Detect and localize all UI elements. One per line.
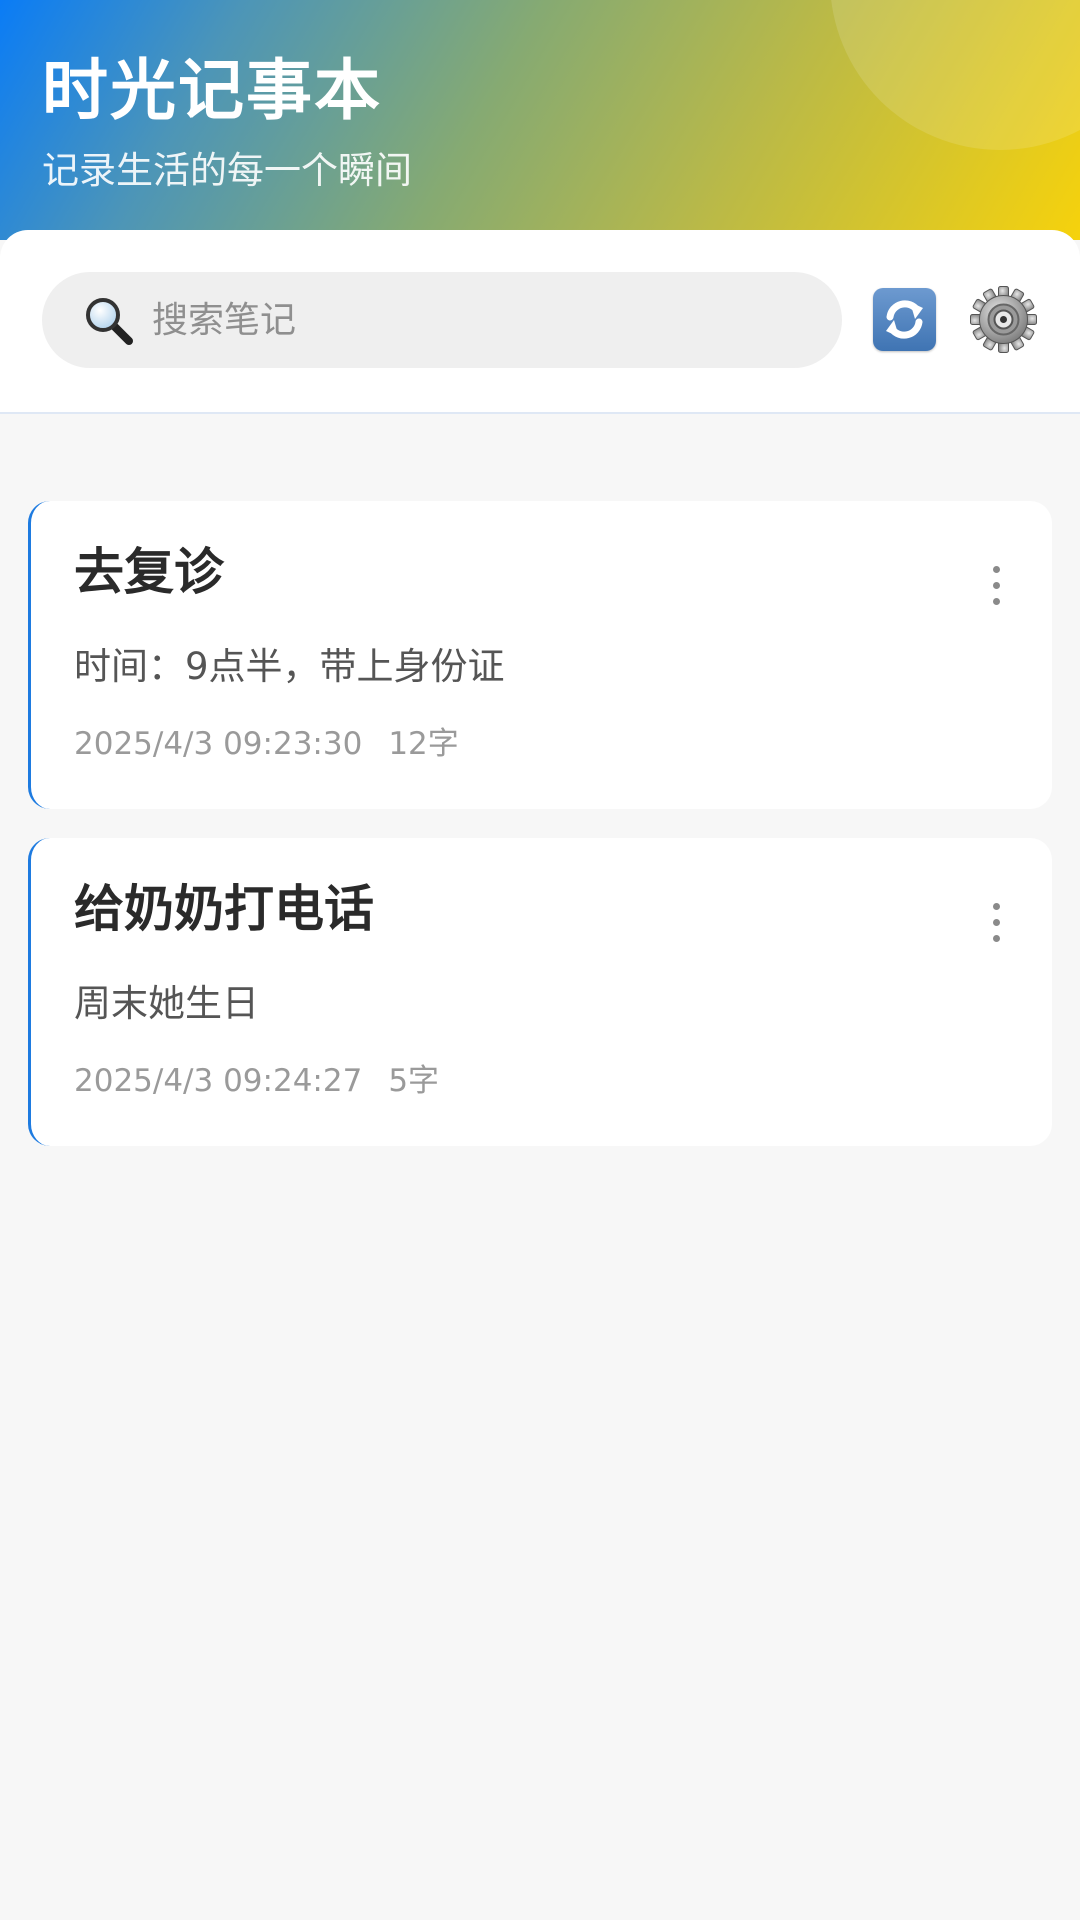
settings-button[interactable]	[970, 286, 1037, 353]
sync-button[interactable]	[873, 288, 936, 351]
note-card[interactable]: 去复诊 时间：9点半，带上身份证 2025/4/3 09:23:30 12字	[28, 501, 1052, 809]
note-timestamp: 2025/4/3 09:23:30	[74, 726, 363, 762]
search-icon	[86, 298, 133, 345]
app-title: 时光记事本	[42, 52, 382, 129]
note-meta: 2025/4/3 09:24:27 5字	[74, 1064, 439, 1098]
note-meta: 2025/4/3 09:23:30 12字	[74, 727, 459, 761]
more-dot-icon	[993, 582, 1000, 589]
note-word-count: 12字	[388, 726, 459, 762]
search-input[interactable]	[152, 272, 812, 368]
more-dot-icon	[993, 935, 1000, 942]
sync-icon	[886, 300, 923, 339]
more-dot-icon	[993, 598, 1000, 605]
app-subtitle: 记录生活的每一个瞬间	[42, 149, 412, 192]
note-more-button[interactable]	[976, 561, 1016, 611]
note-word-count: 5字	[388, 1063, 440, 1099]
toolbar	[0, 230, 1080, 414]
note-timestamp: 2025/4/3 09:24:27	[74, 1063, 363, 1099]
note-content: 周末她生日	[74, 982, 259, 1025]
more-dot-icon	[993, 903, 1000, 910]
note-more-button[interactable]	[976, 898, 1016, 948]
header-decoration	[830, 0, 1080, 150]
note-content: 时间：9点半，带上身份证	[74, 645, 505, 688]
note-title: 去复诊	[74, 543, 224, 601]
search-bar[interactable]	[42, 272, 842, 368]
note-title: 给奶奶打电话	[74, 880, 374, 938]
gear-icon	[970, 286, 1037, 353]
app-header: 时光记事本 记录生活的每一个瞬间	[0, 0, 1080, 240]
more-dot-icon	[993, 919, 1000, 926]
note-card[interactable]: 给奶奶打电话 周末她生日 2025/4/3 09:24:27 5字	[28, 838, 1052, 1146]
more-dot-icon	[993, 566, 1000, 573]
